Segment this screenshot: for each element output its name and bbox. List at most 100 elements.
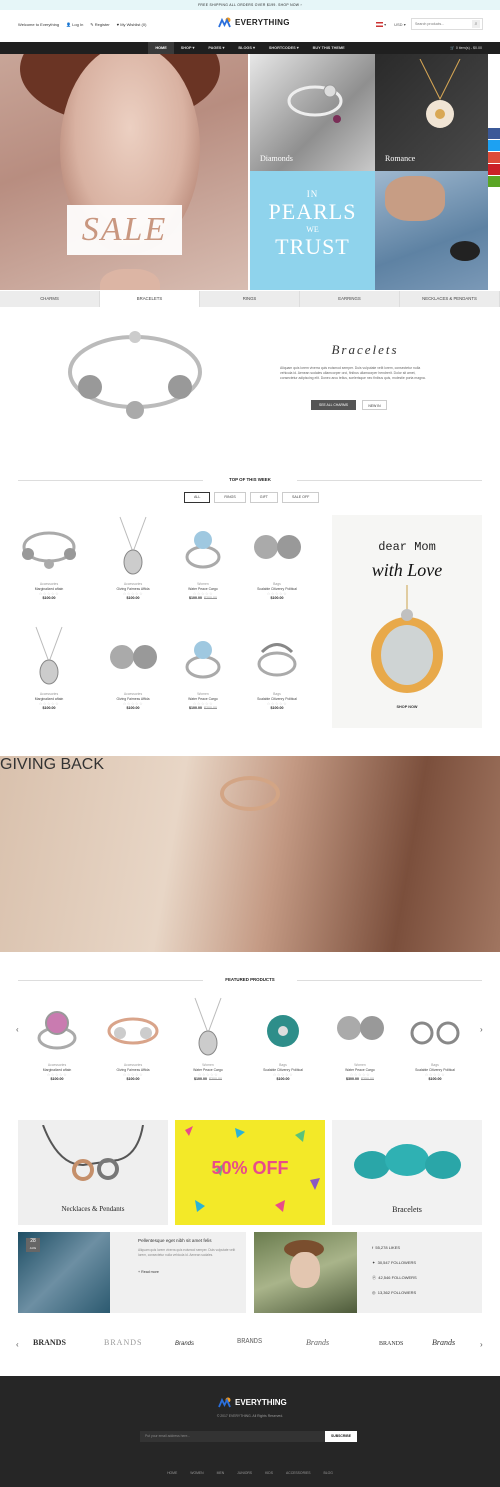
twitter-counter[interactable]: ✦ 30,547 FOLLOWERS [372,1255,417,1270]
bracelets-promo[interactable]: Bracelets [332,1120,482,1225]
twitter-share-icon[interactable] [488,140,500,151]
filter-sale-off[interactable]: SALE OFF [281,492,320,503]
product-image[interactable] [168,512,238,582]
product-card[interactable]: Accessories Marginalized aftain ☆☆☆☆☆ $100.… [14,622,84,710]
product-image[interactable] [14,622,84,692]
google-share-icon[interactable] [488,152,500,163]
product-card[interactable]: Bags Scalable Citizenry Political ☆☆☆☆☆ $10… [248,993,318,1081]
nav-shop[interactable]: SHOP ▾ [174,42,202,54]
wishlist-link[interactable]: ♥ My Wishlist (0) [117,22,147,27]
nav-buy-theme[interactable]: BUY THIS THEME [306,42,352,54]
product-image[interactable] [98,512,168,582]
tab-necklaces[interactable]: NECKLACES & PENDANTS [400,291,500,307]
facebook-share-icon[interactable] [488,128,500,139]
brand-logo-6[interactable]: BRANDS [379,1341,403,1347]
tab-charms[interactable]: CHARMS [0,291,100,307]
tab-earrings[interactable]: EARRINGS [300,291,400,307]
see-all-charms-button[interactable]: SEE ALL CHARMS [311,400,356,410]
sale-promo[interactable]: 50% OFF [175,1120,325,1225]
brand-logo-1[interactable]: BRANDS [33,1338,66,1347]
product-card[interactable]: Bags Scalable Citizenry Political ☆☆☆☆☆ $10… [242,512,312,600]
search-icon[interactable]: ⌕ [472,20,480,28]
tab-rings[interactable]: RINGS [200,291,300,307]
product-image[interactable] [242,512,312,582]
product-image[interactable] [22,993,92,1063]
filter-all[interactable]: ALL [184,492,211,503]
shop-now-link[interactable]: SHOP NOW [332,705,482,709]
diamonds-banner[interactable]: Diamonds [250,54,375,171]
featured-prev-arrow[interactable]: ‹ [16,1025,19,1034]
footer-logo[interactable]: EVERYTHING [218,1397,287,1408]
product-image[interactable] [242,622,312,692]
nav-home[interactable]: HOME [148,42,174,54]
product-image[interactable] [325,993,395,1063]
site-logo[interactable]: EVERYTHING [218,17,290,28]
free-shipping-bar[interactable]: FREE SHIPPING ALL ORDERS OVER $199. SHOP… [0,0,500,10]
pinterest-share-icon[interactable] [488,164,500,175]
product-image[interactable] [168,622,238,692]
product-card[interactable]: Women Water Peace Cargo ☆☆☆☆☆ $100.00 $300.0… [173,993,243,1081]
brands-prev-arrow[interactable]: ‹ [16,1340,19,1349]
currency-select[interactable]: USD ▾ [394,22,406,27]
filter-gift[interactable]: GIFT [249,492,278,503]
product-image[interactable] [98,622,168,692]
brand-logo-5[interactable]: Brands [306,1338,329,1347]
nav-blogs[interactable]: BLOGS ▾ [231,42,261,54]
nav-shortcodes[interactable]: SHORTCODES ▾ [262,42,306,54]
brand-logo-2[interactable]: BRANDS [104,1338,142,1347]
tab-bracelets[interactable]: BRACELETS [100,291,200,307]
product-card[interactable]: Women Water Peace Cargo ☆☆☆☆☆ $100.00 $300.0… [168,622,238,710]
pinterest-counter[interactable]: ⓟ 42,546 FOLLOWERS [372,1270,417,1285]
brand-logo-7[interactable]: Brands [432,1338,455,1347]
product-image[interactable] [400,993,470,1063]
product-card[interactable]: Women Water Peace Cargo ☆☆☆☆☆ $300.00 $350.0… [325,993,395,1081]
language-select[interactable]: ▾ [376,22,386,28]
product-image[interactable] [173,993,243,1063]
brands-next-arrow[interactable]: › [480,1340,483,1349]
footer-link-blog[interactable]: BLOG [323,1471,332,1475]
product-card[interactable]: Bags Scalable Citizenry Political ☆☆☆☆☆ $10… [400,993,470,1081]
product-card[interactable]: Accessories Giving Fairness Affida ☆☆☆☆☆ $1… [98,993,168,1081]
giving-back-banner[interactable] [0,756,500,952]
blog-title[interactable]: Pellentesque eget nibh sit amet felis [138,1238,238,1243]
jeans-accessories-banner[interactable] [375,171,488,290]
blog-read-more[interactable]: + Read more [138,1270,159,1274]
product-card[interactable]: Women Water Peace Cargo ☆☆☆☆☆ $100.00 $300.0… [168,512,238,600]
blog-image[interactable]: 28 AUG [18,1232,110,1313]
facebook-counter[interactable]: f 55,278 LIKES [372,1240,417,1255]
instagram-counter[interactable]: ◎ 13,362 FOLLOWERS [372,1285,417,1300]
featured-next-arrow[interactable]: › [480,1025,483,1034]
product-card[interactable]: Bags Scalable Citizenry Political ☆☆☆☆☆ $10… [242,622,312,710]
product-card[interactable]: Accessories Marginalized aftain ☆☆☆☆☆ $100.… [22,993,92,1081]
product-card[interactable]: Accessories Giving Fairness Affida ☆☆☆☆☆ $1… [98,622,168,710]
brand-logo-3[interactable]: Brands [175,1341,194,1347]
login-link[interactable]: 👤 Log In [66,22,83,27]
mothers-day-banner[interactable]: dear Mom with Love SHOP NOW [332,515,482,728]
product-card[interactable]: Accessories Giving Fairness Affida ☆☆☆☆☆ $1… [98,512,168,600]
footer-link-accessories[interactable]: ACCESSORIES [286,1471,311,1475]
search-input[interactable]: Search products... ⌕ [411,18,483,30]
footer-link-women[interactable]: WOMEN [190,1471,203,1475]
top-week-heading: TOP OF THIS WEEK [18,475,482,485]
product-image[interactable] [98,993,168,1063]
romance-banner[interactable]: Romance [375,54,488,171]
footer-link-men[interactable]: MEN [217,1471,225,1475]
footer-link-juniors[interactable]: JUNIORS [237,1471,252,1475]
product-image[interactable] [248,993,318,1063]
footer-link-home[interactable]: HOME [167,1471,177,1475]
pearls-banner[interactable]: IN PEARLS WE TRUST [250,171,375,290]
register-link[interactable]: ✎ Register [90,22,109,27]
subscribe-button[interactable]: SUBSCRIBE [325,1431,357,1442]
footer-link-kids[interactable]: KIDS [265,1471,273,1475]
product-card[interactable]: Accessories Marginalized aftain ☆☆☆☆☆ $100.… [14,512,84,600]
brand-logo-4[interactable]: BRANDS [237,1338,262,1346]
filter-rings[interactable]: RINGS [214,492,246,503]
nav-pages[interactable]: PAGES ▾ [201,42,231,54]
cart-button[interactable]: 🛒 0 item(s) - $0.00 [450,42,482,54]
heart-icon: ♥ [116,22,120,27]
newsletter-email-input[interactable]: Put your email address here... [140,1431,325,1442]
new-in-button[interactable]: NEW IN [362,400,387,410]
share-plus-icon[interactable] [488,176,500,187]
necklaces-promo[interactable]: Necklaces & Pendants [18,1120,168,1225]
product-image[interactable] [14,512,84,582]
